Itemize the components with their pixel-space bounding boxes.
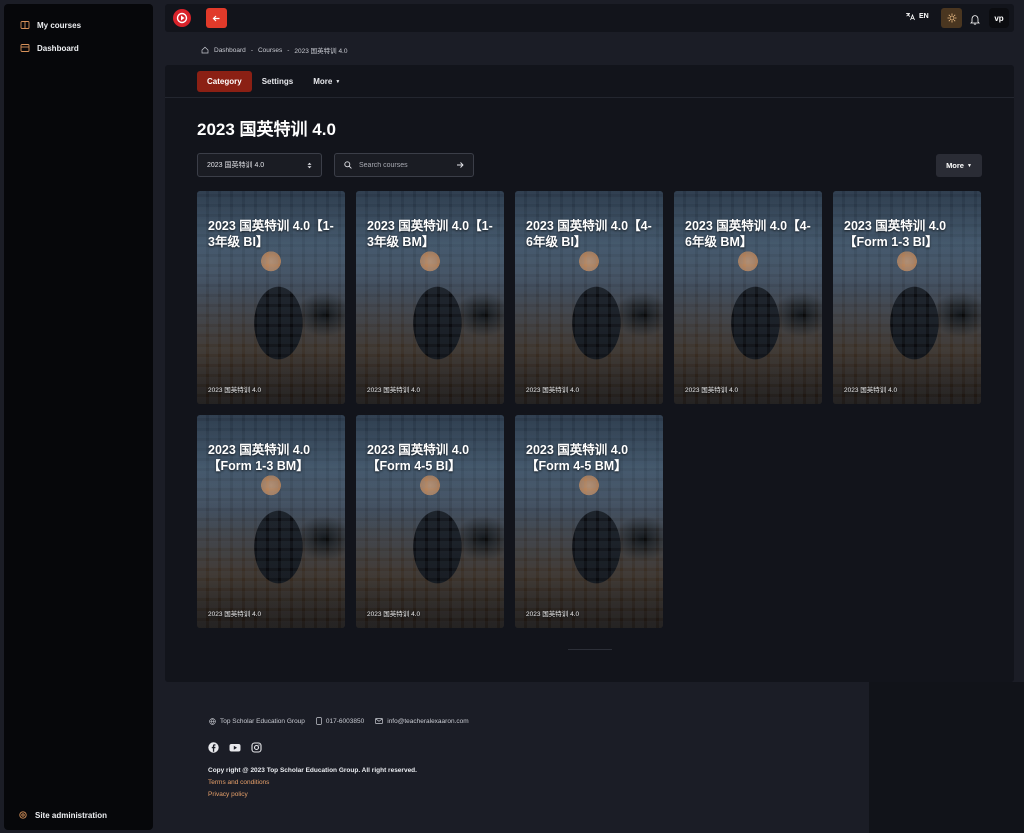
caret-down-icon: ▼: [966, 162, 972, 169]
footer-email[interactable]: info@teacheralexaaron.com: [375, 717, 469, 725]
course-card-category: 2023 国英特训 4.0: [526, 387, 580, 394]
course-card-title[interactable]: 2023 国英特训 4.0【Form 1-3 BM】: [208, 442, 339, 474]
main-content: Category Settings More ▼ 2023 国英特训 4.0 2…: [165, 65, 1014, 682]
course-card-title[interactable]: 2023 国英特训 4.0【1-3年级 BM】: [367, 218, 498, 250]
category-select-value: 2023 国英特训 4.0: [207, 162, 265, 169]
arrow-right-icon[interactable]: [456, 161, 464, 169]
course-grid: 2023 国英特训 4.0【1-3年级 BI】 2023 国英特训 4.0 20…: [197, 191, 981, 628]
tab-category[interactable]: Category: [197, 71, 252, 92]
search-input[interactable]: [359, 161, 449, 169]
globe-icon: [209, 717, 216, 725]
youtube-icon[interactable]: [229, 742, 241, 753]
privacy-link[interactable]: Privacy policy: [208, 791, 248, 798]
breadcrumb-dashboard[interactable]: Dashboard: [214, 47, 246, 54]
course-card-title[interactable]: 2023 国英特训 4.0【Form 1-3 BI】: [844, 218, 975, 250]
course-card[interactable]: 2023 国英特训 4.0【1-3年级 BI】 2023 国英特训 4.0: [197, 191, 345, 404]
category-select[interactable]: 2023 国英特训 4.0: [197, 153, 322, 177]
logo-mark-icon: [176, 12, 188, 24]
site-logo[interactable]: [173, 9, 191, 27]
course-search: [334, 153, 474, 177]
search-icon: [344, 161, 352, 169]
sun-icon: [947, 13, 956, 23]
course-card-category: 2023 国英特训 4.0: [208, 611, 262, 618]
sidebar-item-my-courses[interactable]: My courses: [20, 20, 81, 30]
social-links: [208, 742, 262, 753]
terms-link[interactable]: Terms and conditions: [208, 779, 269, 786]
pagination-divider: [568, 649, 612, 650]
course-card[interactable]: 2023 国英特训 4.0【Form 1-3 BI】 2023 国英特训 4.0: [833, 191, 981, 404]
footer-company-text: Top Scholar Education Group: [220, 717, 305, 725]
tab-settings[interactable]: Settings: [252, 71, 304, 92]
footer-phone[interactable]: 017-6003850: [316, 717, 364, 725]
copyright-text: Copy right @ 2023 Top Scholar Education …: [208, 767, 417, 774]
breadcrumb-separator: -: [287, 46, 290, 54]
sort-arrows-icon: [307, 162, 312, 168]
course-card[interactable]: 2023 国英特训 4.0【1-3年级 BM】 2023 国英特训 4.0: [356, 191, 504, 404]
instagram-icon[interactable]: [251, 742, 262, 753]
footer-phone-text: 017-6003850: [325, 717, 365, 725]
page-title: 2023 国英特训 4.0: [197, 120, 336, 139]
sidebar-item-label: Dashboard: [37, 43, 79, 53]
gear-icon: [19, 811, 27, 819]
breadcrumb-separator: -: [250, 46, 253, 54]
course-card[interactable]: 2023 国英特训 4.0【Form 4-5 BI】 2023 国英特训 4.0: [356, 415, 504, 628]
course-card-title[interactable]: 2023 国英特训 4.0【4-6年级 BI】: [526, 218, 657, 250]
tab-more[interactable]: More ▼: [303, 71, 350, 92]
phone-icon: [316, 717, 322, 725]
course-card-title[interactable]: 2023 国英特训 4.0【4-6年级 BM】: [685, 218, 816, 250]
sidebar-item-label: My courses: [37, 20, 82, 30]
notifications-button[interactable]: [970, 12, 980, 30]
course-card[interactable]: 2023 国英特训 4.0【4-6年级 BI】 2023 国英特训 4.0: [515, 191, 663, 404]
footer-side-panel: [869, 682, 1024, 833]
more-actions-button[interactable]: More ▼: [936, 154, 982, 177]
sidebar: My courses Dashboard Site administration: [4, 4, 153, 830]
secondary-nav: Category Settings More ▼: [197, 71, 350, 92]
footer-email-text: info@teacheralexaaron.com: [387, 717, 469, 725]
user-avatar[interactable]: vp: [989, 8, 1009, 28]
language-selector[interactable]: EN: [905, 12, 929, 21]
arrow-left-icon: [212, 15, 220, 21]
sidebar-item-dashboard[interactable]: Dashboard: [20, 43, 79, 53]
breadcrumb: Dashboard - Courses - 2023 国英特训 4.0: [201, 45, 347, 55]
divider: [165, 97, 1014, 98]
more-actions-label: More: [946, 161, 964, 170]
bell-icon: [970, 15, 980, 25]
course-card[interactable]: 2023 国英特训 4.0【4-6年级 BM】 2023 国英特训 4.0: [674, 191, 822, 404]
course-card-category: 2023 国英特训 4.0: [367, 387, 421, 394]
footer-company: Top Scholar Education Group: [209, 718, 305, 725]
facebook-icon[interactable]: [208, 742, 219, 753]
top-navbar: EN vp: [165, 4, 1014, 32]
course-card-category: 2023 国英特训 4.0: [526, 611, 580, 618]
home-icon: [201, 46, 209, 54]
course-card-category: 2023 国英特训 4.0: [844, 387, 898, 394]
sidebar-item-site-administration[interactable]: Site administration: [18, 810, 107, 820]
tab-more-label: More: [313, 77, 333, 86]
sidebar-toggle-button[interactable]: [206, 8, 227, 28]
breadcrumb-courses[interactable]: Courses: [258, 47, 282, 54]
course-card[interactable]: 2023 国英特训 4.0【Form 4-5 BM】 2023 国英特训 4.0: [515, 415, 663, 628]
translate-icon: [906, 13, 915, 21]
language-label: EN: [919, 13, 929, 20]
course-card-category: 2023 国英特训 4.0: [208, 387, 262, 394]
course-card-category: 2023 国英特训 4.0: [367, 611, 421, 618]
sidebar-item-label: Site administration: [35, 810, 108, 820]
course-card[interactable]: 2023 国英特训 4.0【Form 1-3 BM】 2023 国英特训 4.0: [197, 415, 345, 628]
book-icon: [20, 21, 30, 29]
breadcrumb-current[interactable]: 2023 国英特训 4.0: [294, 45, 347, 55]
mail-icon: [375, 718, 384, 724]
course-card-category: 2023 国英特训 4.0: [685, 387, 739, 394]
calendar-icon: [20, 44, 30, 52]
footer-contact: Top Scholar Education Group 017-6003850 …: [209, 717, 469, 725]
course-card-title[interactable]: 2023 国英特训 4.0【Form 4-5 BM】: [526, 442, 657, 474]
course-card-title[interactable]: 2023 国英特训 4.0【1-3年级 BI】: [208, 218, 339, 250]
theme-toggle-button[interactable]: [941, 8, 962, 28]
caret-down-icon: ▼: [335, 78, 341, 85]
course-card-title[interactable]: 2023 国英特训 4.0【Form 4-5 BI】: [367, 442, 498, 474]
